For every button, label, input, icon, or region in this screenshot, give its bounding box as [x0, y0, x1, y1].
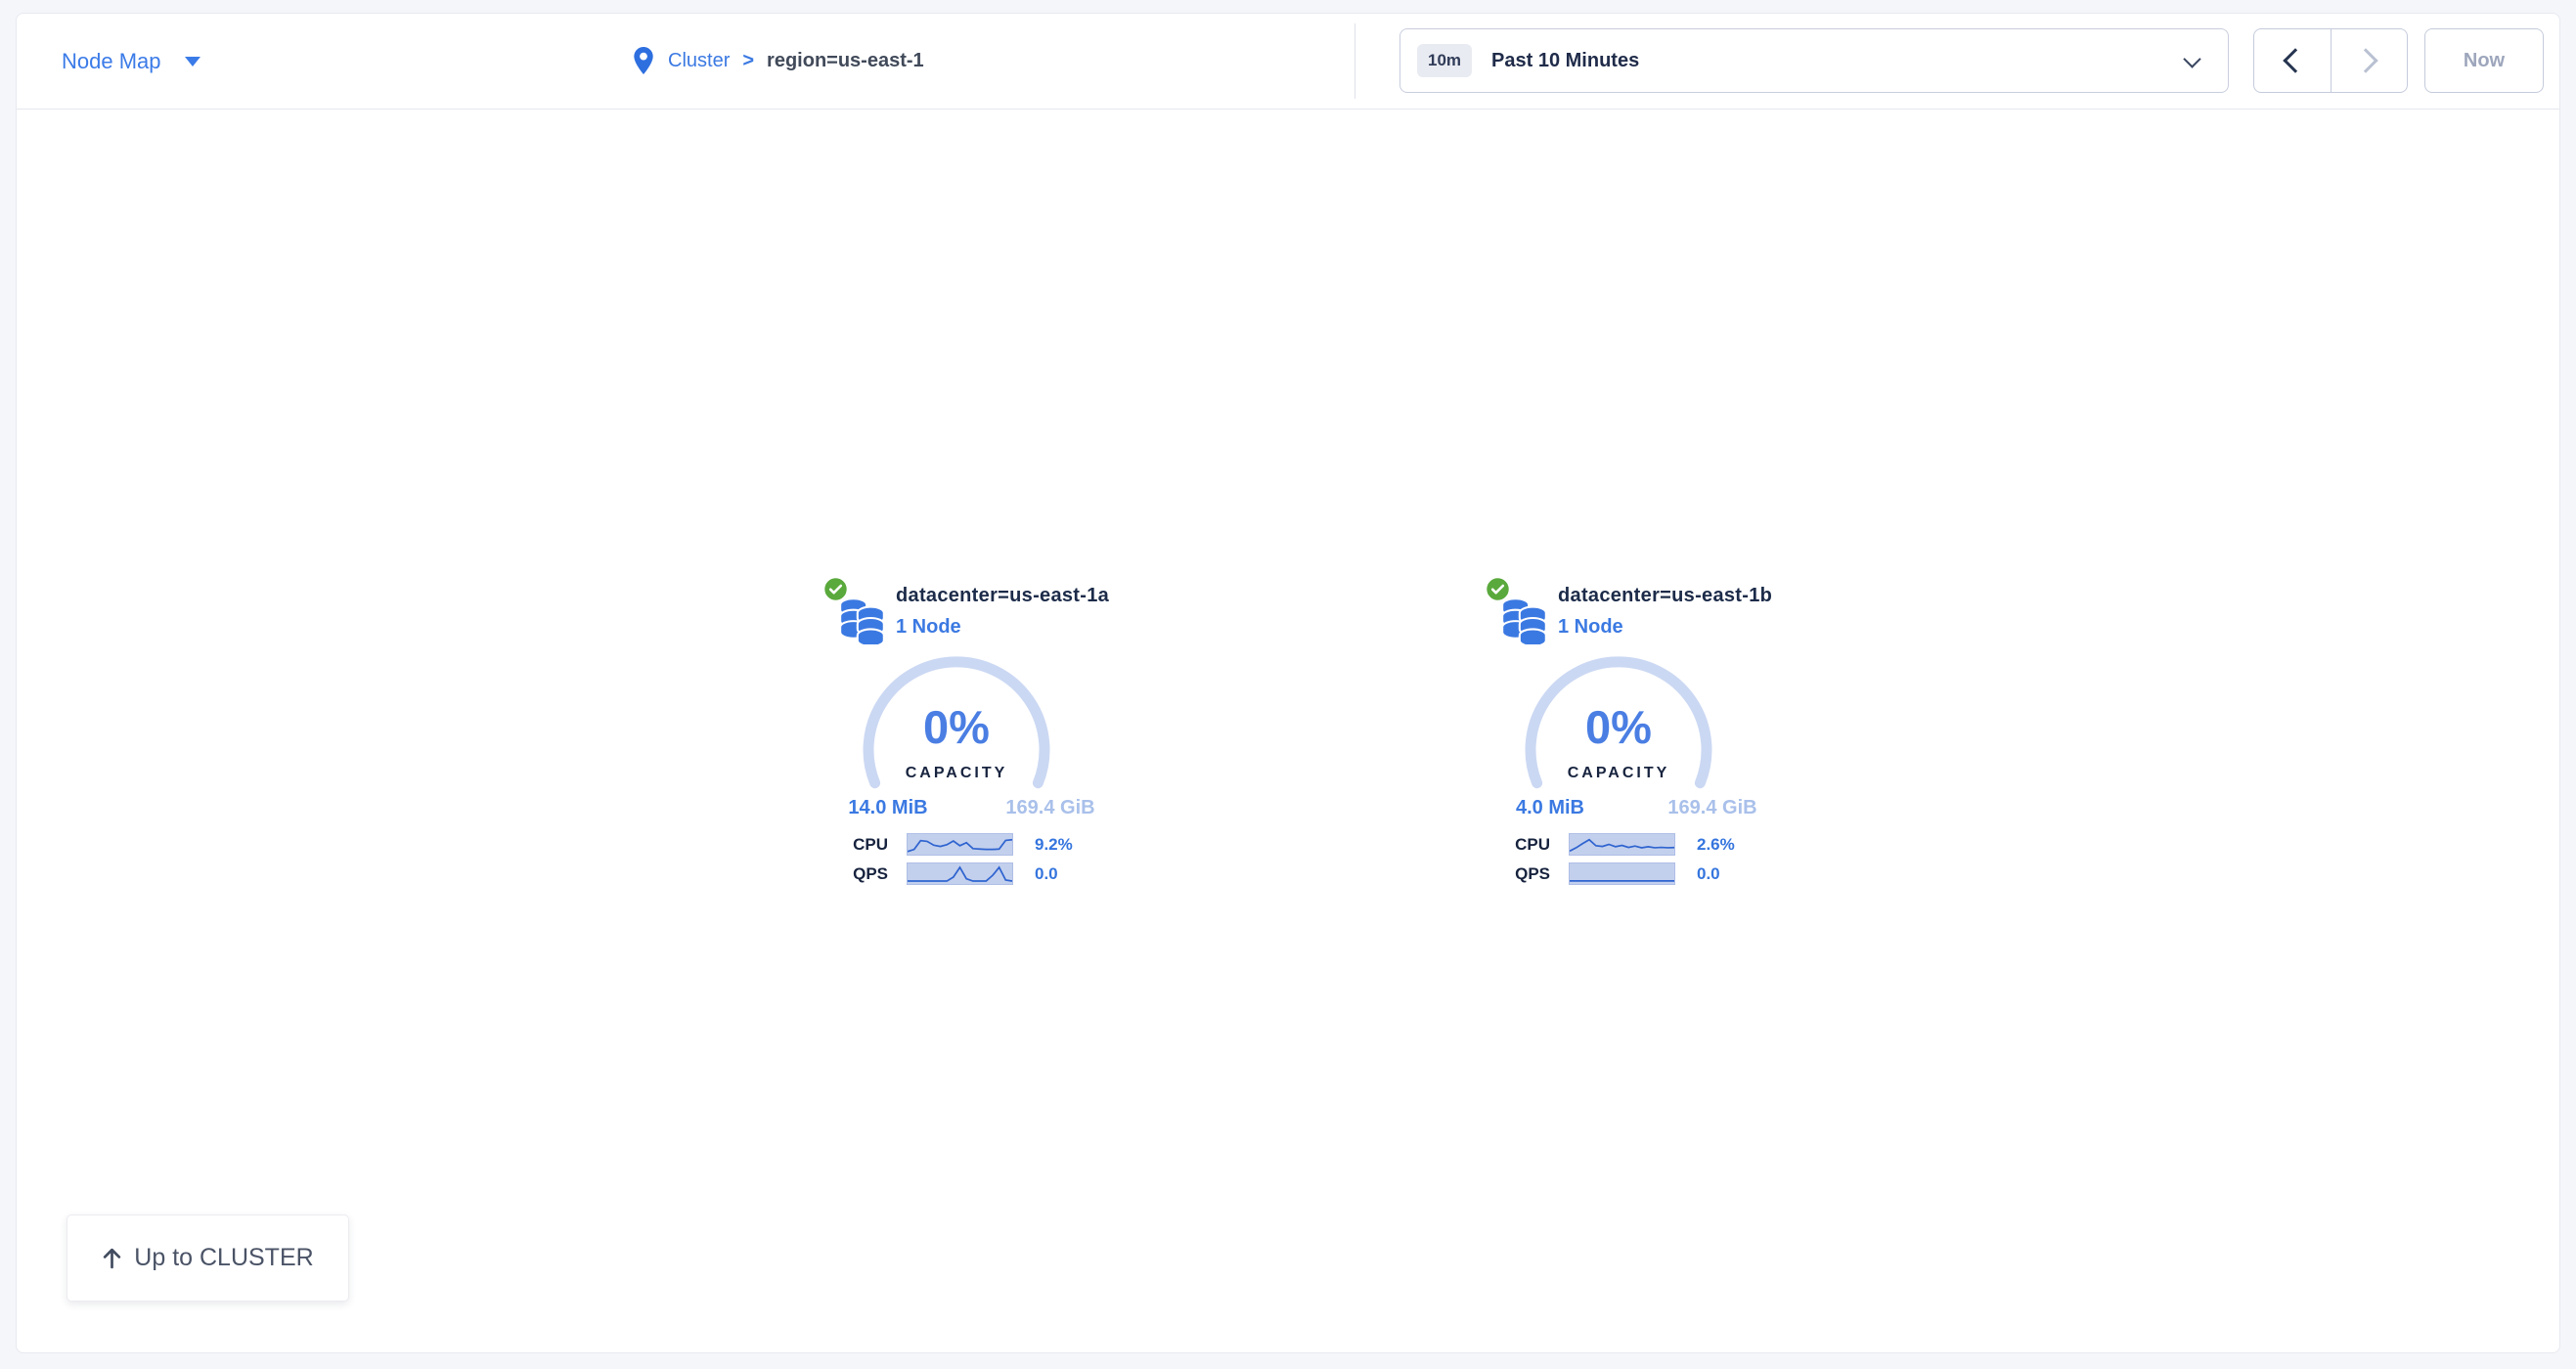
- up-arrow-icon: [102, 1247, 122, 1269]
- up-to-cluster-label: Up to CLUSTER: [134, 1244, 313, 1272]
- toolbar: Node Map Cluster > region=us-east-1 10m …: [17, 14, 2559, 110]
- datacenter-title: datacenter=us-east-1b: [1558, 585, 1772, 607]
- healthy-check-icon: [822, 576, 849, 602]
- breadcrumb: Cluster > region=us-east-1: [632, 14, 924, 109]
- datacenter-title: datacenter=us-east-1a: [896, 585, 1109, 607]
- view-selector-dropdown[interactable]: Node Map: [62, 14, 200, 109]
- qps-sparkline: [1569, 862, 1675, 885]
- time-range-selector[interactable]: 10m Past 10 Minutes: [1399, 28, 2229, 93]
- next-time-button[interactable]: [2331, 29, 2408, 92]
- chevron-right-icon: [2354, 48, 2378, 72]
- qps-metric-row: QPS 0.0: [1452, 862, 1785, 885]
- capacity-total: 169.4 GiB: [1639, 797, 1786, 819]
- qps-metric-row: QPS 0.0: [790, 862, 1123, 885]
- qps-value: 0.0: [1697, 864, 1720, 884]
- capacity-percent: 0%: [1521, 700, 1716, 754]
- now-button[interactable]: Now: [2424, 28, 2544, 93]
- cpu-value: 2.6%: [1697, 835, 1735, 855]
- datacenter-group[interactable]: datacenter=us-east-1b 1 Node 0% CAPACITY…: [1452, 573, 1785, 901]
- time-step-group: [2253, 28, 2408, 93]
- capacity-percent: 0%: [859, 700, 1054, 754]
- chevron-down-icon: [2183, 50, 2200, 67]
- node-map-panel: Node Map Cluster > region=us-east-1 10m …: [16, 13, 2560, 1353]
- capacity-total: 169.4 GiB: [977, 797, 1124, 819]
- qps-label: QPS: [790, 864, 888, 884]
- cpu-value: 9.2%: [1035, 835, 1073, 855]
- cpu-sparkline: [1569, 833, 1675, 856]
- caret-down-icon: [185, 57, 200, 66]
- healthy-check-icon: [1485, 576, 1511, 602]
- capacity-caption: CAPACITY: [859, 765, 1054, 782]
- capacity-used: 14.0 MiB: [815, 797, 961, 819]
- datacenter-group[interactable]: datacenter=us-east-1a 1 Node 0% CAPACITY…: [790, 573, 1123, 901]
- chevron-left-icon: [2283, 48, 2307, 72]
- breadcrumb-separator: >: [742, 50, 754, 72]
- node-map-canvas: datacenter=us-east-1a 1 Node 0% CAPACITY…: [17, 110, 2559, 1352]
- qps-label: QPS: [1452, 864, 1550, 884]
- qps-sparkline: [907, 862, 1013, 885]
- capacity-used: 4.0 MiB: [1477, 797, 1623, 819]
- cpu-metric-row: CPU 9.2%: [790, 833, 1123, 856]
- time-range-label: Past 10 Minutes: [1491, 50, 1639, 72]
- cpu-label: CPU: [1452, 835, 1550, 855]
- map-pin-icon: [632, 46, 655, 76]
- cpu-sparkline: [907, 833, 1013, 856]
- breadcrumb-current: region=us-east-1: [767, 50, 924, 72]
- view-selector-label: Node Map: [62, 49, 161, 74]
- node-count-link[interactable]: 1 Node: [1558, 616, 1623, 639]
- cpu-metric-row: CPU 2.6%: [1452, 833, 1785, 856]
- breadcrumb-cluster-link[interactable]: Cluster: [668, 50, 730, 72]
- node-count-link[interactable]: 1 Node: [896, 616, 961, 639]
- cpu-label: CPU: [790, 835, 888, 855]
- time-range-badge: 10m: [1417, 44, 1472, 77]
- qps-value: 0.0: [1035, 864, 1058, 884]
- prev-time-button[interactable]: [2254, 29, 2331, 92]
- capacity-caption: CAPACITY: [1521, 765, 1716, 782]
- up-to-cluster-button[interactable]: Up to CLUSTER: [67, 1214, 349, 1302]
